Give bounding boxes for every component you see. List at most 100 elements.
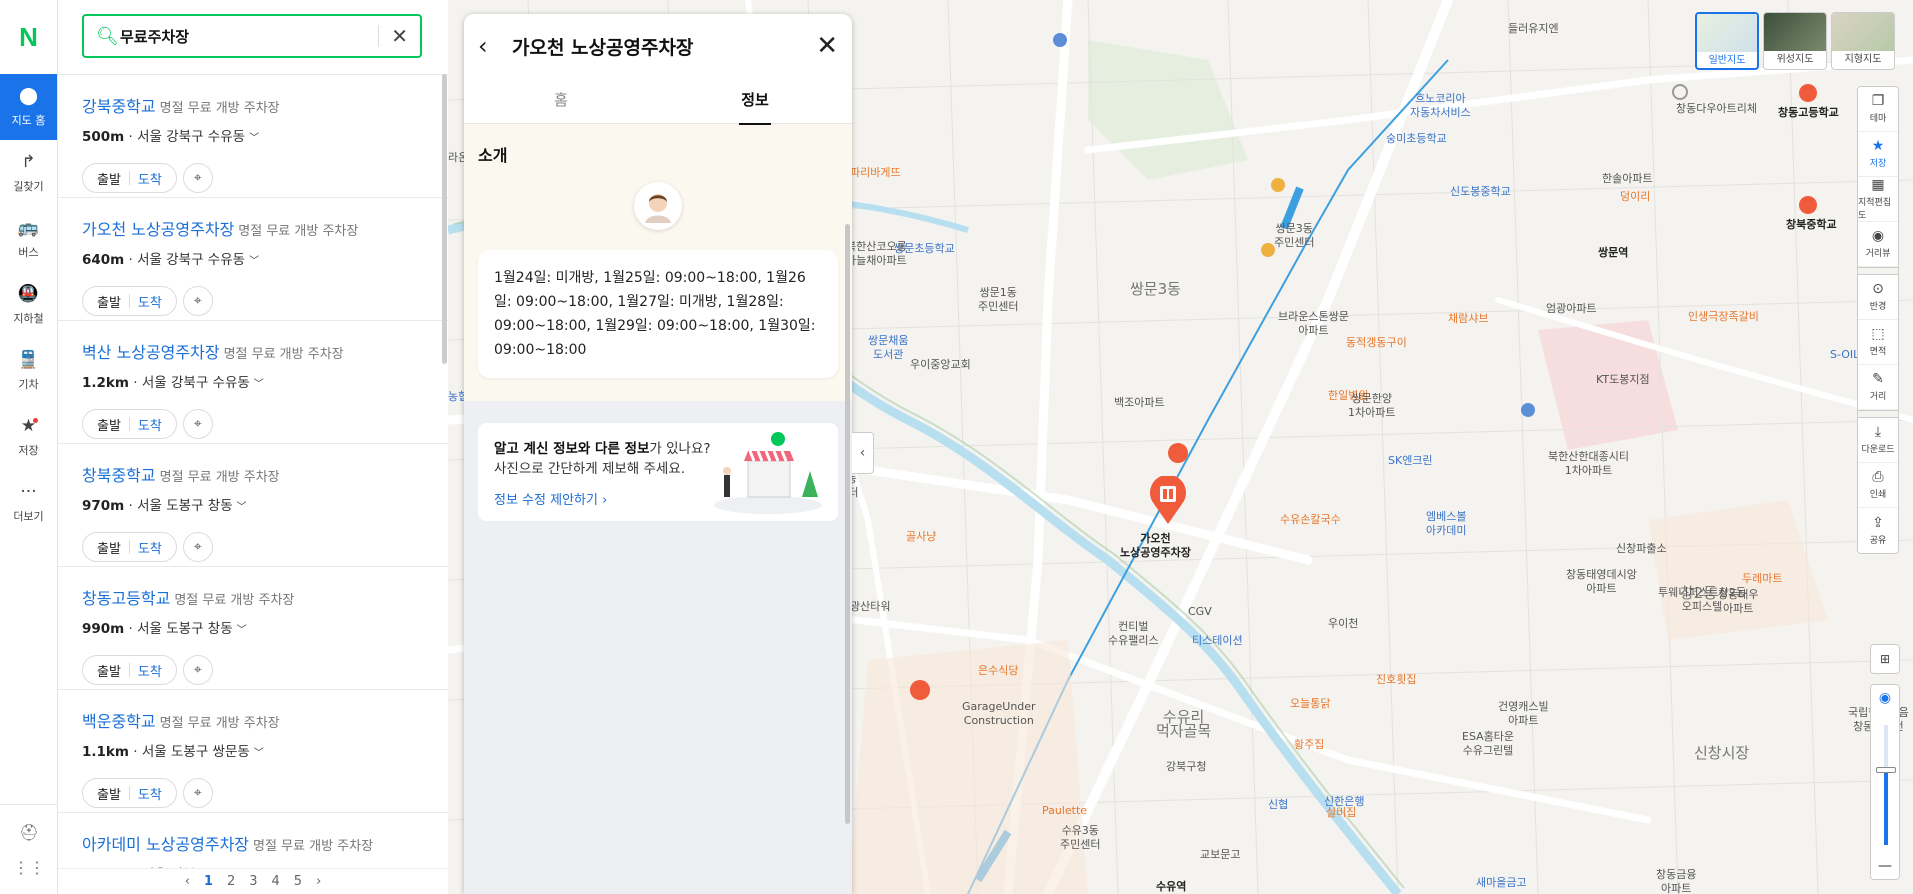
arrive-button[interactable]: 도착	[130, 538, 170, 557]
page-4-button[interactable]: 4	[272, 874, 280, 889]
page-5-button[interactable]: 5	[294, 874, 302, 889]
chevron-down-icon[interactable]: ﹀	[237, 502, 247, 513]
chevron-down-icon[interactable]: ﹀	[254, 748, 264, 759]
result-item[interactable]: 가오천 노상공영주차장 명절 무료 개방 주차장 640m · 서울 강북구 수유동…	[58, 198, 448, 321]
location-pin-icon[interactable]: ⌖	[182, 655, 213, 685]
location-pin-icon[interactable]: ⌖	[182, 778, 213, 808]
naver-logo[interactable]: N	[0, 0, 57, 74]
nav-rail: N ⬤ 지도 홈 ↱ 길찾기 🚌 버스 🚇 지하철 🚆 기차 ★ 저장 ··· 더보기 ⛑ ⋮⋮	[0, 0, 58, 894]
store-illustration-icon	[714, 432, 822, 514]
bus-icon: 🚌	[17, 217, 40, 238]
location-pin-icon[interactable]: ⌖	[182, 532, 213, 562]
map-toolbar: ❐ 테마 ★ 저장 ▦ 지적편집도 ◉ 거리뷰 ⊙ 반경 ⬚ 면적 ✎ 거리 ⤓ 다운로드 ⎙ 인쇄 ⇪ 공유	[1857, 86, 1899, 554]
results-list[interactable]: 강북중학교 명절 무료 개방 주차장 500m · 서울 강북구 수유동 ﹀ 출발 도착 ⌖…	[58, 74, 448, 868]
result-item[interactable]: 창북중학교 명절 무료 개방 주차장 970m · 서울 도봉구 창동 ﹀ 출발 도착 ⌖	[58, 444, 448, 567]
arrive-button[interactable]: 도착	[130, 292, 170, 311]
location-pin-icon[interactable]: ⌖	[182, 409, 213, 439]
tool-2[interactable]: ▦ 지적편집도	[1858, 177, 1898, 222]
close-icon[interactable]: ✕	[816, 31, 838, 61]
chevron-down-icon[interactable]: ﹀	[249, 256, 259, 267]
rail-item-6[interactable]: ··· 더보기	[0, 470, 57, 536]
arrive-button[interactable]: 도착	[130, 415, 170, 434]
result-name-link[interactable]: 창동고등학교	[82, 589, 170, 608]
result-address[interactable]: 서울 도봉구 쌍문동	[142, 744, 250, 760]
tool-5[interactable]: ⬚ 면적	[1858, 320, 1898, 365]
zoom-out-button[interactable]: —	[1871, 853, 1899, 879]
rail-item-2[interactable]: 🚌 버스	[0, 206, 57, 272]
collapse-panel-icon[interactable]: ‹	[852, 432, 874, 474]
meta-dot: ·	[124, 621, 138, 637]
depart-button[interactable]: 출발	[89, 415, 129, 434]
tool-0[interactable]: ❐ 테마	[1858, 87, 1898, 132]
result-address[interactable]: 서울 강북구 수유동	[137, 129, 245, 145]
next-page-button[interactable]: ›	[316, 874, 321, 889]
rail-item-0[interactable]: ⬤ 지도 홈	[0, 74, 57, 140]
page-3-button[interactable]: 3	[249, 874, 257, 889]
search-input[interactable]: 무료주차장	[120, 26, 366, 47]
map-type-1[interactable]: 위성지도	[1763, 12, 1827, 70]
cctv-icon[interactable]: ◉	[1871, 685, 1899, 711]
result-item[interactable]: 벽산 노상공영주차장 명절 무료 개방 주차장 1.2km · 서울 강북구 수유동…	[58, 321, 448, 444]
depart-button[interactable]: 출발	[89, 169, 129, 188]
result-address[interactable]: 서울 강북구 수유동	[137, 252, 245, 268]
rail-item-5[interactable]: ★ 저장	[0, 404, 57, 470]
tool-6[interactable]: ✎ 거리	[1858, 365, 1898, 410]
chevron-down-icon[interactable]: ﹀	[237, 625, 247, 636]
search-box[interactable]: 🔍︎ 무료주차장 ✕	[82, 14, 422, 58]
map-type-2[interactable]: 지형지도	[1831, 12, 1895, 70]
tab-info[interactable]: 정보	[658, 78, 852, 125]
rail-item-4[interactable]: 🚆 기차	[0, 338, 57, 404]
tool-4[interactable]: ⊙ 반경	[1858, 275, 1898, 320]
grid-menu-icon[interactable]: ⋮⋮	[13, 858, 45, 877]
depart-button[interactable]: 출발	[89, 661, 129, 680]
prev-page-button[interactable]: ‹	[185, 874, 190, 889]
zoom-slider-handle[interactable]	[1876, 767, 1896, 773]
map-type-0[interactable]: 일반지도	[1695, 12, 1759, 70]
tool-9[interactable]: ⇪ 공유	[1858, 508, 1898, 553]
chevron-down-icon[interactable]: ﹀	[249, 133, 259, 144]
result-item[interactable]: 창동고등학교 명절 무료 개방 주차장 990m · 서울 도봉구 창동 ﹀ 출발 도착 ⌖	[58, 567, 448, 690]
result-address[interactable]: 서울 도봉구 창동	[137, 621, 233, 637]
layers-icon[interactable]: ⊞	[1870, 644, 1900, 674]
tool-8[interactable]: ⎙ 인쇄	[1858, 463, 1898, 508]
result-name-link[interactable]: 가오천 노상공영주차장	[82, 220, 234, 239]
depart-button[interactable]: 출발	[89, 538, 129, 557]
result-address[interactable]: 서울 도봉구 창동	[137, 498, 233, 514]
tool-3[interactable]: ◉ 거리뷰	[1858, 222, 1898, 267]
chevron-down-icon[interactable]: ﹀	[254, 379, 264, 390]
result-item[interactable]: 백운중학교 명절 무료 개방 주차장 1.1km · 서울 도봉구 쌍문동 ﹀ 출발 도착…	[58, 690, 448, 813]
route-buttons: 출발 도착	[82, 778, 177, 808]
depart-button[interactable]: 출발	[89, 784, 129, 803]
rail-item-3[interactable]: 🚇 지하철	[0, 272, 57, 338]
result-title-line: 아카데미 노상공영주차장 명절 무료 개방 주차장	[82, 831, 424, 855]
tool-7[interactable]: ⤓ 다운로드	[1858, 418, 1898, 463]
location-pin-icon[interactable]: ⌖	[182, 163, 213, 193]
result-name-link[interactable]: 아카데미 노상공영주차장	[82, 835, 249, 854]
result-name-link[interactable]: 백운중학교	[82, 712, 156, 731]
rail-item-1[interactable]: ↱ 길찾기	[0, 140, 57, 206]
arrive-button[interactable]: 도착	[130, 169, 170, 188]
detail-scrollbar[interactable]	[845, 224, 850, 824]
page-2-button[interactable]: 2	[227, 874, 235, 889]
cadastral-icon: ▦	[1871, 176, 1885, 193]
arrive-button[interactable]: 도착	[130, 661, 170, 680]
page-1-button[interactable]: 1	[204, 874, 213, 889]
cctv-icon[interactable]: ⛑	[19, 823, 39, 842]
route-buttons: 출발 도착	[82, 532, 177, 562]
result-name-link[interactable]: 강북중학교	[82, 97, 156, 116]
report-text-line2: 사진으로 간단하게 제보해 주세요.	[494, 461, 686, 477]
location-pin-icon[interactable]: ⌖	[182, 286, 213, 316]
result-item[interactable]: 아카데미 노상공영주차장명절 무료 개방 주차장1.5km · 서울 강북구 수…	[58, 813, 448, 868]
depart-button[interactable]: 출발	[89, 292, 129, 311]
arrive-button[interactable]: 도착	[130, 784, 170, 803]
tab-home[interactable]: 홈	[464, 78, 658, 123]
result-name-link[interactable]: 창북중학교	[82, 466, 156, 485]
results-scrollbar[interactable]	[442, 74, 447, 364]
clear-search-icon[interactable]: ✕	[391, 24, 408, 48]
back-icon[interactable]: ‹	[478, 32, 504, 60]
tool-1[interactable]: ★ 저장	[1858, 132, 1898, 177]
result-name-link[interactable]: 벽산 노상공영주차장	[82, 343, 220, 362]
tool-label: 거리	[1869, 392, 1887, 402]
result-item[interactable]: 강북중학교 명절 무료 개방 주차장 500m · 서울 강북구 수유동 ﹀ 출발 도착 ⌖	[58, 75, 448, 198]
result-address[interactable]: 서울 강북구 수유동	[142, 375, 250, 391]
